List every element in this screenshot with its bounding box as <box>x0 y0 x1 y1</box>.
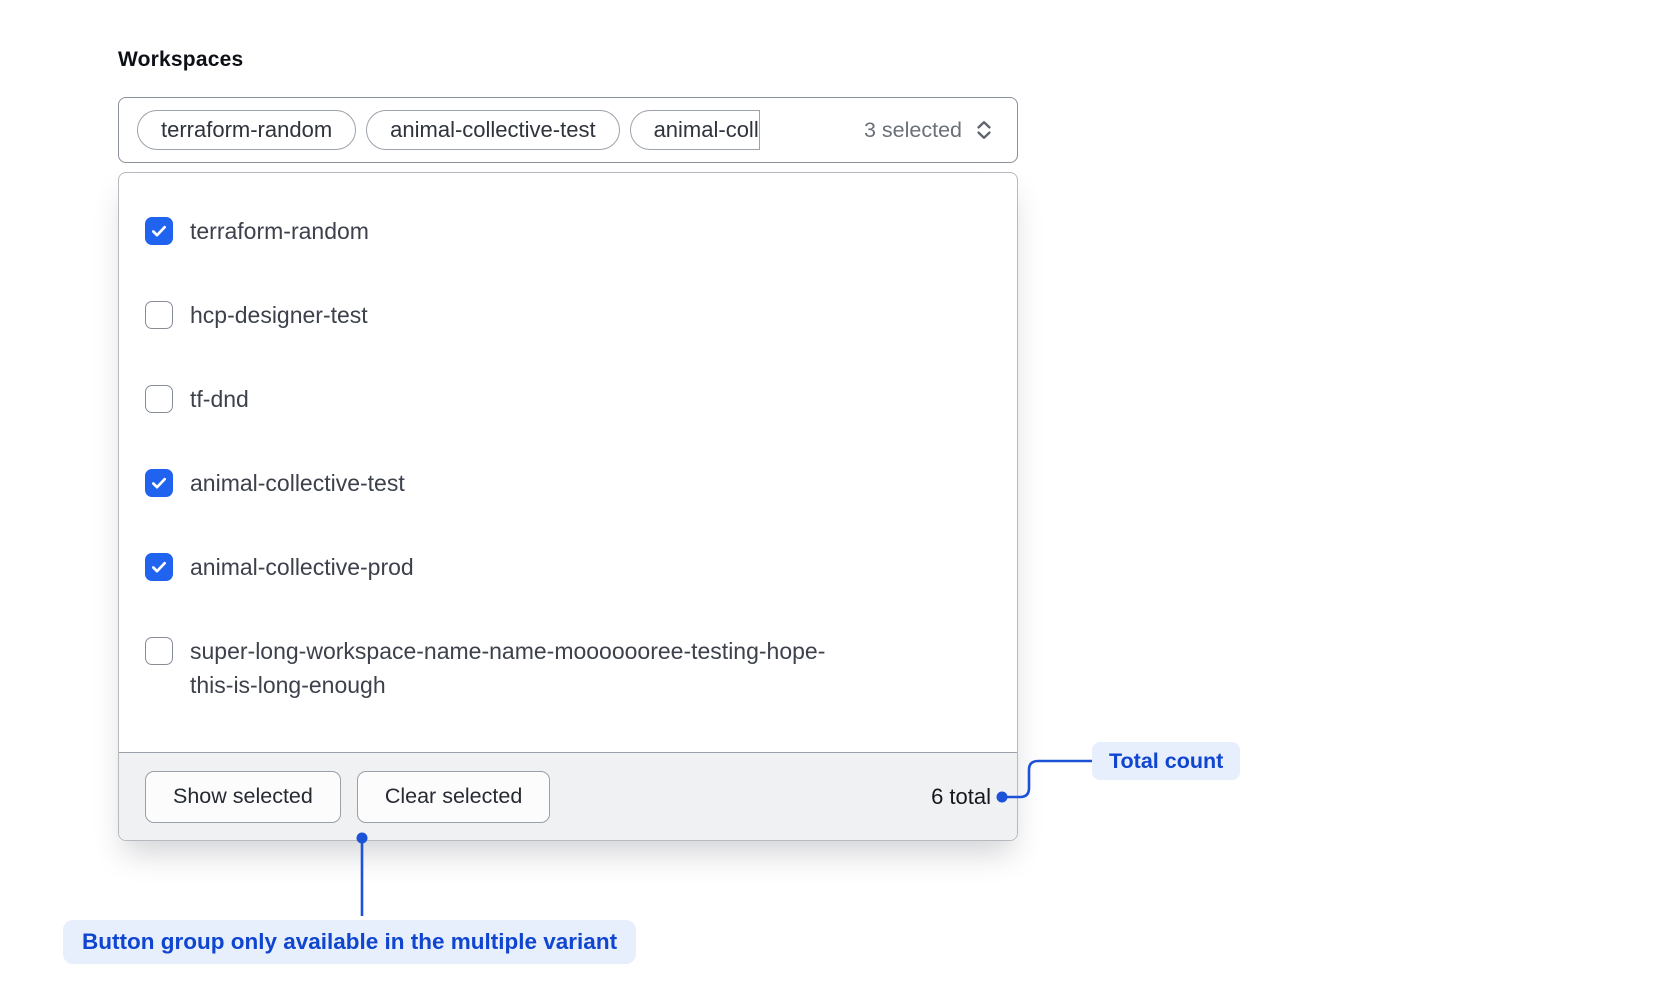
option-label: animal-collective-test <box>190 466 405 500</box>
page: Workspaces terraform-random animal-colle… <box>0 0 1672 1008</box>
option-row[interactable]: animal-collective-prod <box>119 525 1017 609</box>
total-count-connector-line <box>996 745 1096 805</box>
option-row[interactable]: terraform-random <box>119 189 1017 273</box>
selected-tag[interactable]: terraform-random <box>137 110 356 150</box>
selected-tag-clipped[interactable]: animal-collective-prod <box>630 110 760 150</box>
dropdown-footer: Show selected Clear selected 6 total <box>119 752 1017 840</box>
selected-tag[interactable]: animal-collective-test <box>366 110 619 150</box>
selected-count-text: 3 selected <box>852 118 962 143</box>
option-label: animal-collective-prod <box>190 550 414 584</box>
option-row[interactable]: super-long-workspace-name-name-moooooore… <box>119 609 1017 727</box>
clear-selected-button[interactable]: Clear selected <box>357 771 550 823</box>
button-group-connector-line <box>350 826 374 922</box>
total-count-text: 6 total <box>931 784 991 810</box>
option-label: super-long-workspace-name-name-moooooore… <box>190 634 862 702</box>
workspaces-field-label: Workspaces <box>118 48 243 72</box>
checkbox-unchecked-icon[interactable] <box>145 301 173 329</box>
option-row[interactable]: hcp-designer-test <box>119 273 1017 357</box>
checkbox-checked-icon[interactable] <box>145 553 173 581</box>
workspaces-multiselect-trigger[interactable]: terraform-random animal-collective-test … <box>118 97 1018 163</box>
option-label: tf-dnd <box>190 382 249 416</box>
show-selected-button[interactable]: Show selected <box>145 771 341 823</box>
checkbox-checked-icon[interactable] <box>145 217 173 245</box>
caret-up-down-icon[interactable] <box>971 117 997 143</box>
options-list: terraform-random hcp-designer-test tf-dn… <box>119 173 1017 752</box>
total-count-annotation: Total count <box>1092 742 1240 780</box>
selected-tags-group: terraform-random animal-collective-test … <box>137 110 760 150</box>
checkbox-unchecked-icon[interactable] <box>145 385 173 413</box>
option-label: terraform-random <box>190 214 369 248</box>
option-row[interactable]: animal-collective-test <box>119 441 1017 525</box>
checkbox-checked-icon[interactable] <box>145 469 173 497</box>
option-row[interactable]: tf-dnd <box>119 357 1017 441</box>
checkbox-unchecked-icon[interactable] <box>145 637 173 665</box>
button-group-annotation: Button group only available in the multi… <box>63 920 636 964</box>
option-label: hcp-designer-test <box>190 298 368 332</box>
workspaces-options-dropdown: terraform-random hcp-designer-test tf-dn… <box>118 172 1018 841</box>
